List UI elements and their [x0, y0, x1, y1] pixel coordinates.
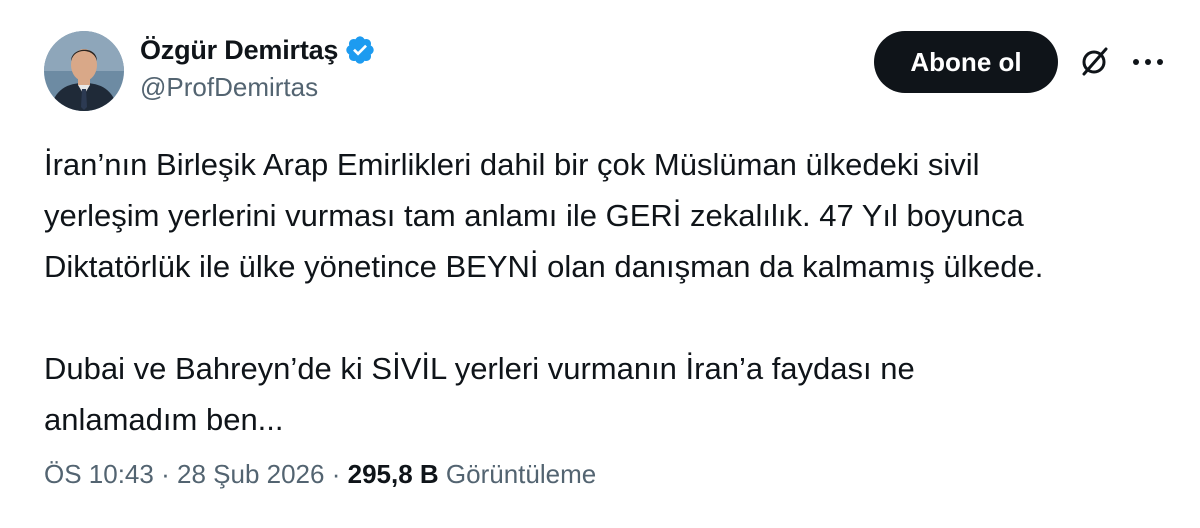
views-label: Görüntüleme [445, 459, 597, 489]
grok-icon[interactable] [1076, 44, 1112, 80]
more-dots-icon[interactable] [1130, 48, 1166, 76]
tweet-text: İran’nın Birleşik Arap Emirlikleri dahil… [44, 139, 1174, 445]
tweet-date[interactable]: 28 Şub 2026 [177, 459, 324, 489]
display-name[interactable]: Özgür Demirtaş [140, 35, 338, 66]
tweet-card: Özgür Demirtaş @ProfDemirtas Abone ol İr… [0, 0, 1200, 528]
tweet-line: İran’nın Birleşik Arap Emirlikleri dahil… [44, 147, 980, 182]
avatar[interactable] [44, 31, 124, 111]
tweet-line: yerleşim yerlerini vurması tam anlamı il… [44, 198, 1024, 233]
meta-separator: · [331, 459, 341, 489]
tweet-meta: ÖS 10:43 · 28 Şub 2026 · 295,8 B Görüntü… [44, 459, 596, 490]
meta-separator: · [161, 459, 170, 489]
author-handle[interactable]: @ProfDemirtas [140, 72, 318, 103]
tweet-line: Dubai ve Bahreyn’de ki SİVİL yerleri vur… [44, 351, 915, 386]
tweet-line: anlamadım ben... [44, 402, 284, 437]
tweet-line: Diktatörlük ile ülke yönetince BEYNİ ola… [44, 249, 1044, 284]
follow-button[interactable]: Abone ol [874, 31, 1058, 93]
tweet-time[interactable]: ÖS 10:43 [44, 459, 154, 489]
verified-badge-icon[interactable] [344, 34, 376, 66]
author-name-row: Özgür Demirtaş [140, 32, 376, 68]
views-count: 295,8 B [347, 459, 439, 489]
